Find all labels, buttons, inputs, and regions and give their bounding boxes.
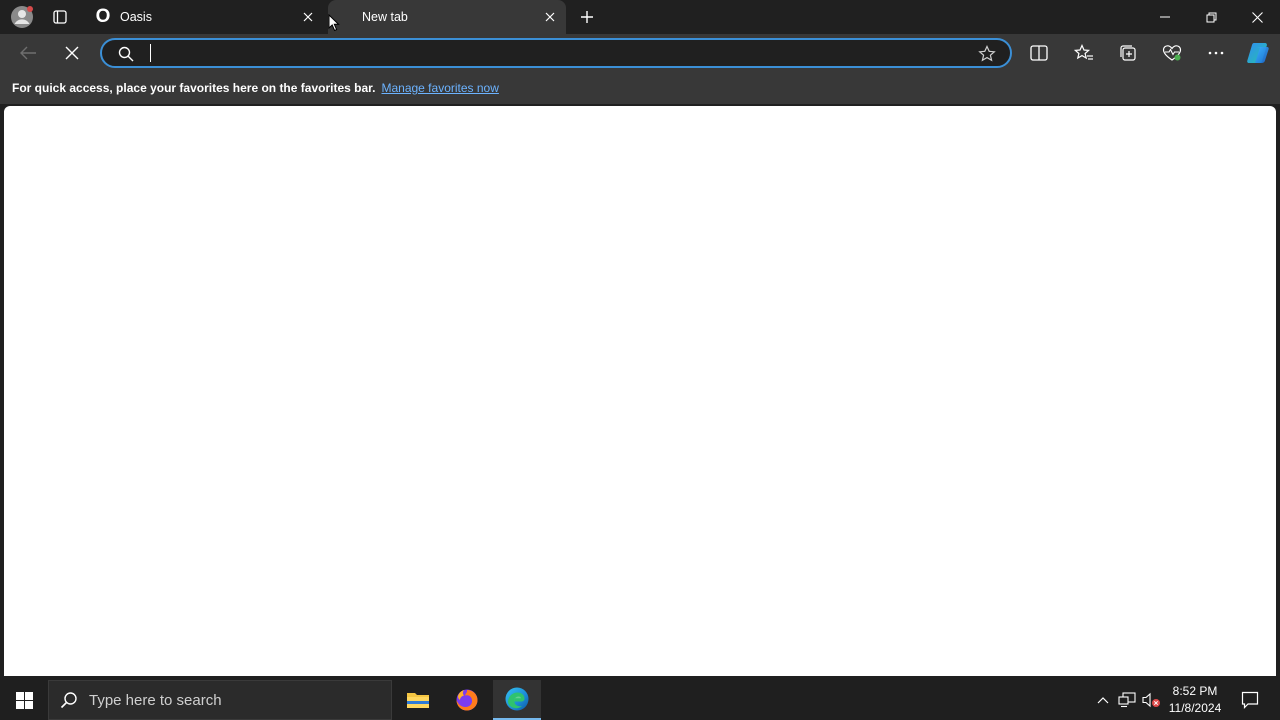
close-icon: [1251, 11, 1263, 23]
page-content: [4, 106, 1276, 676]
copilot-button[interactable]: [1243, 38, 1273, 68]
restore-icon: [1206, 12, 1216, 22]
heart-pulse-icon: [1162, 45, 1182, 61]
split-screen-icon: [1030, 45, 1048, 61]
tab-close-button[interactable]: [540, 7, 560, 27]
clock-time: 8:52 PM: [1172, 684, 1218, 698]
network-icon: [1118, 692, 1136, 708]
split-screen-button[interactable]: [1024, 38, 1054, 68]
windows-logo-icon: [15, 691, 33, 709]
stop-loading-icon: [65, 46, 79, 60]
collections-button[interactable]: [1113, 38, 1143, 68]
text-caret: [150, 44, 151, 62]
favorites-button[interactable]: [1069, 38, 1099, 68]
taskbar: Type here to search 8:52 PM 11/8/2024: [0, 680, 1280, 720]
tab-strip: O Oasis New tab: [0, 0, 1280, 34]
toolbar: [0, 34, 1280, 72]
manage-favorites-link[interactable]: Manage favorites now: [381, 81, 498, 95]
restore-button[interactable]: [1188, 0, 1234, 34]
notifications-button[interactable]: [1230, 680, 1270, 720]
plus-icon: [581, 11, 593, 23]
file-explorer-button[interactable]: [394, 680, 442, 720]
close-icon: [545, 12, 555, 22]
back-button[interactable]: [13, 38, 43, 68]
search-icon: [118, 46, 134, 62]
favorites-bar: For quick access, place your favorites h…: [0, 72, 1280, 104]
tab-actions-icon: [53, 10, 67, 24]
minimize-button[interactable]: [1142, 0, 1188, 34]
screen: O Oasis New tab For quick access, place …: [0, 0, 1280, 720]
minimize-icon: [1160, 16, 1170, 18]
volume-muted-icon: [1142, 692, 1160, 708]
search-icon: [49, 691, 89, 709]
ellipsis-icon: [1208, 51, 1224, 55]
tab-new-tab[interactable]: New tab: [328, 0, 566, 34]
tab-title: New tab: [362, 10, 408, 24]
tab-close-button[interactable]: [298, 7, 318, 27]
window-close-button[interactable]: [1234, 0, 1280, 34]
network-status-button[interactable]: [1116, 680, 1138, 720]
folder-icon: [407, 693, 429, 708]
settings-more-button[interactable]: [1201, 38, 1231, 68]
edge-icon: [505, 687, 529, 711]
chevron-up-icon: [1097, 697, 1109, 704]
volume-button[interactable]: [1140, 680, 1162, 720]
address-bar[interactable]: [100, 38, 1012, 68]
system-clock[interactable]: 8:52 PM 11/8/2024: [1166, 683, 1224, 717]
notification-icon: [1241, 691, 1259, 709]
tab-title: Oasis: [120, 10, 152, 24]
taskbar-search-placeholder: Type here to search: [89, 691, 222, 709]
mouse-cursor-icon: [328, 14, 340, 32]
new-tab-button[interactable]: [576, 6, 598, 28]
clock-date: 11/8/2024: [1168, 701, 1222, 715]
favorites-bar-message: For quick access, place your favorites h…: [12, 81, 376, 95]
profile-avatar-icon: [11, 6, 33, 28]
address-input[interactable]: [146, 43, 966, 63]
taskbar-search[interactable]: Type here to search: [48, 680, 392, 720]
close-icon: [303, 12, 313, 22]
profile-button[interactable]: [9, 5, 35, 29]
tab-actions-button[interactable]: [47, 6, 73, 28]
stop-loading-button[interactable]: [57, 38, 87, 68]
browser-essentials-button[interactable]: [1157, 38, 1187, 68]
tab-oasis[interactable]: O Oasis: [86, 0, 324, 34]
back-arrow-icon: [20, 46, 36, 60]
star-icon[interactable]: [978, 45, 996, 63]
start-button[interactable]: [0, 680, 48, 720]
favorites-icon: [1074, 44, 1093, 60]
collections-icon: [1120, 45, 1136, 61]
firefox-icon: [456, 689, 478, 711]
edge-button[interactable]: [493, 680, 541, 720]
oasis-favicon-icon: O: [95, 6, 111, 27]
copilot-icon: [1247, 43, 1269, 63]
firefox-button[interactable]: [443, 680, 491, 720]
show-hidden-icons-button[interactable]: [1094, 680, 1112, 720]
